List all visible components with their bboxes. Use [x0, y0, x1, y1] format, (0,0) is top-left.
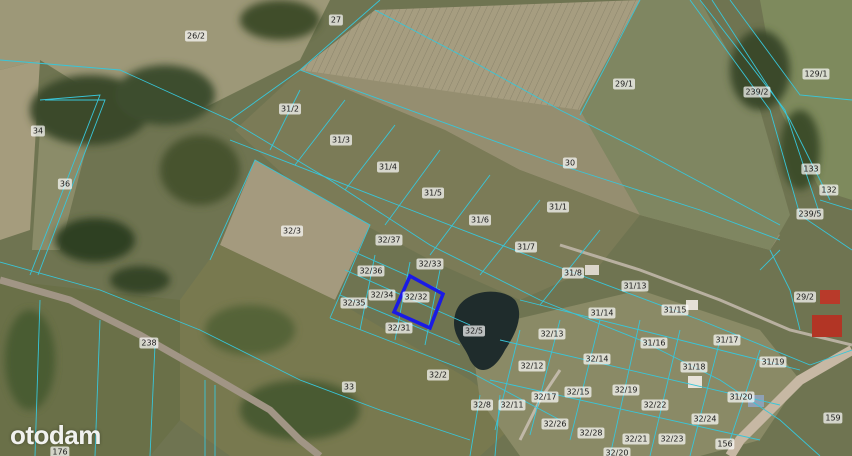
parcel-label-31-5[interactable]: 31/5	[422, 187, 444, 199]
parcel-label-30[interactable]: 30	[562, 157, 578, 169]
parcel-label-31-18[interactable]: 31/18	[680, 361, 708, 373]
parcel-label-133[interactable]: 133	[801, 163, 821, 175]
parcel-label-31-1[interactable]: 31/1	[547, 201, 569, 213]
parcel-label-31-14[interactable]: 31/14	[588, 307, 616, 319]
parcel-label-32-32[interactable]: 32/32	[402, 291, 430, 303]
parcel-label-31-8[interactable]: 31/8	[562, 267, 584, 279]
parcel-label-239-5[interactable]: 239/5	[796, 208, 824, 220]
parcel-label-32-23[interactable]: 32/23	[658, 433, 686, 445]
otodam-logo: otodam	[10, 420, 101, 450]
parcel-label-32-28[interactable]: 32/28	[577, 427, 605, 439]
parcel-label-239-2[interactable]: 239/2	[743, 86, 771, 98]
parcel-label-129-1[interactable]: 129/1	[802, 68, 830, 80]
parcel-label-36[interactable]: 36	[57, 178, 73, 190]
parcel-label-238[interactable]: 238	[139, 337, 159, 349]
parcel-label-132[interactable]: 132	[819, 184, 839, 196]
parcel-label-31-7[interactable]: 31/7	[515, 241, 537, 253]
parcel-label-31-2[interactable]: 31/2	[279, 103, 301, 115]
parcel-label-32-35[interactable]: 32/35	[340, 297, 368, 309]
parcel-label-32-34[interactable]: 32/34	[368, 289, 396, 301]
parcel-label-32-36[interactable]: 32/36	[357, 265, 385, 277]
parcel-label-31-15[interactable]: 31/15	[661, 304, 689, 316]
parcel-label-32-21[interactable]: 32/21	[622, 433, 650, 445]
parcel-label-26-2[interactable]: 26/2	[185, 30, 207, 42]
parcel-label-31-16[interactable]: 31/16	[640, 337, 668, 349]
parcel-label-32-33[interactable]: 32/33	[416, 258, 444, 270]
parcel-label-27[interactable]: 27	[328, 14, 344, 26]
parcel-label-31-6[interactable]: 31/6	[469, 214, 491, 226]
parcel-label-32-24[interactable]: 32/24	[691, 413, 719, 425]
parcel-label-32-5[interactable]: 32/5	[463, 325, 485, 337]
parcel-label-32-12[interactable]: 32/12	[518, 360, 546, 372]
parcel-label-32-13[interactable]: 32/13	[538, 328, 566, 340]
aerial-background	[0, 0, 852, 456]
parcel-label-31-20[interactable]: 31/20	[727, 391, 755, 403]
parcel-label-31-4[interactable]: 31/4	[377, 161, 399, 173]
parcel-label-32-14[interactable]: 32/14	[583, 353, 611, 365]
building-29-2	[820, 290, 840, 304]
building-31-8	[585, 265, 599, 275]
building-red-roof	[812, 315, 842, 337]
parcel-label-32-22[interactable]: 32/22	[641, 399, 669, 411]
parcel-label-32-17[interactable]: 32/17	[531, 391, 559, 403]
parcel-label-29-1[interactable]: 29/1	[613, 78, 635, 90]
parcel-label-31-13[interactable]: 31/13	[621, 280, 649, 292]
parcel-label-29-2[interactable]: 29/2	[794, 291, 816, 303]
parcel-label-31-17[interactable]: 31/17	[713, 334, 741, 346]
parcel-label-159[interactable]: 159	[823, 412, 843, 424]
parcel-label-33[interactable]: 33	[341, 381, 357, 393]
parcel-label-31-19[interactable]: 31/19	[759, 356, 787, 368]
parcel-label-34[interactable]: 34	[30, 125, 46, 137]
parcel-label-32-11[interactable]: 32/11	[498, 399, 526, 411]
parcel-label-32-26[interactable]: 32/26	[541, 418, 569, 430]
parcel-label-32-2[interactable]: 32/2	[427, 369, 449, 381]
parcel-label-32-3[interactable]: 32/3	[281, 225, 303, 237]
parcel-label-32-37[interactable]: 32/37	[375, 234, 403, 246]
parcel-label-32-31[interactable]: 32/31	[385, 322, 413, 334]
parcel-label-32-8[interactable]: 32/8	[471, 399, 493, 411]
parcel-label-32-20[interactable]: 32/20	[603, 447, 631, 456]
parcel-label-32-15[interactable]: 32/15	[564, 386, 592, 398]
parcel-label-31-3[interactable]: 31/3	[330, 134, 352, 146]
parcel-label-32-19[interactable]: 32/19	[612, 384, 640, 396]
parcel-label-156[interactable]: 156	[715, 438, 735, 450]
cadastral-map[interactable]: 27 26/2 129/1 29/1 239/2 31/2 34 31/3 30 31/4 133 3…	[0, 0, 852, 456]
